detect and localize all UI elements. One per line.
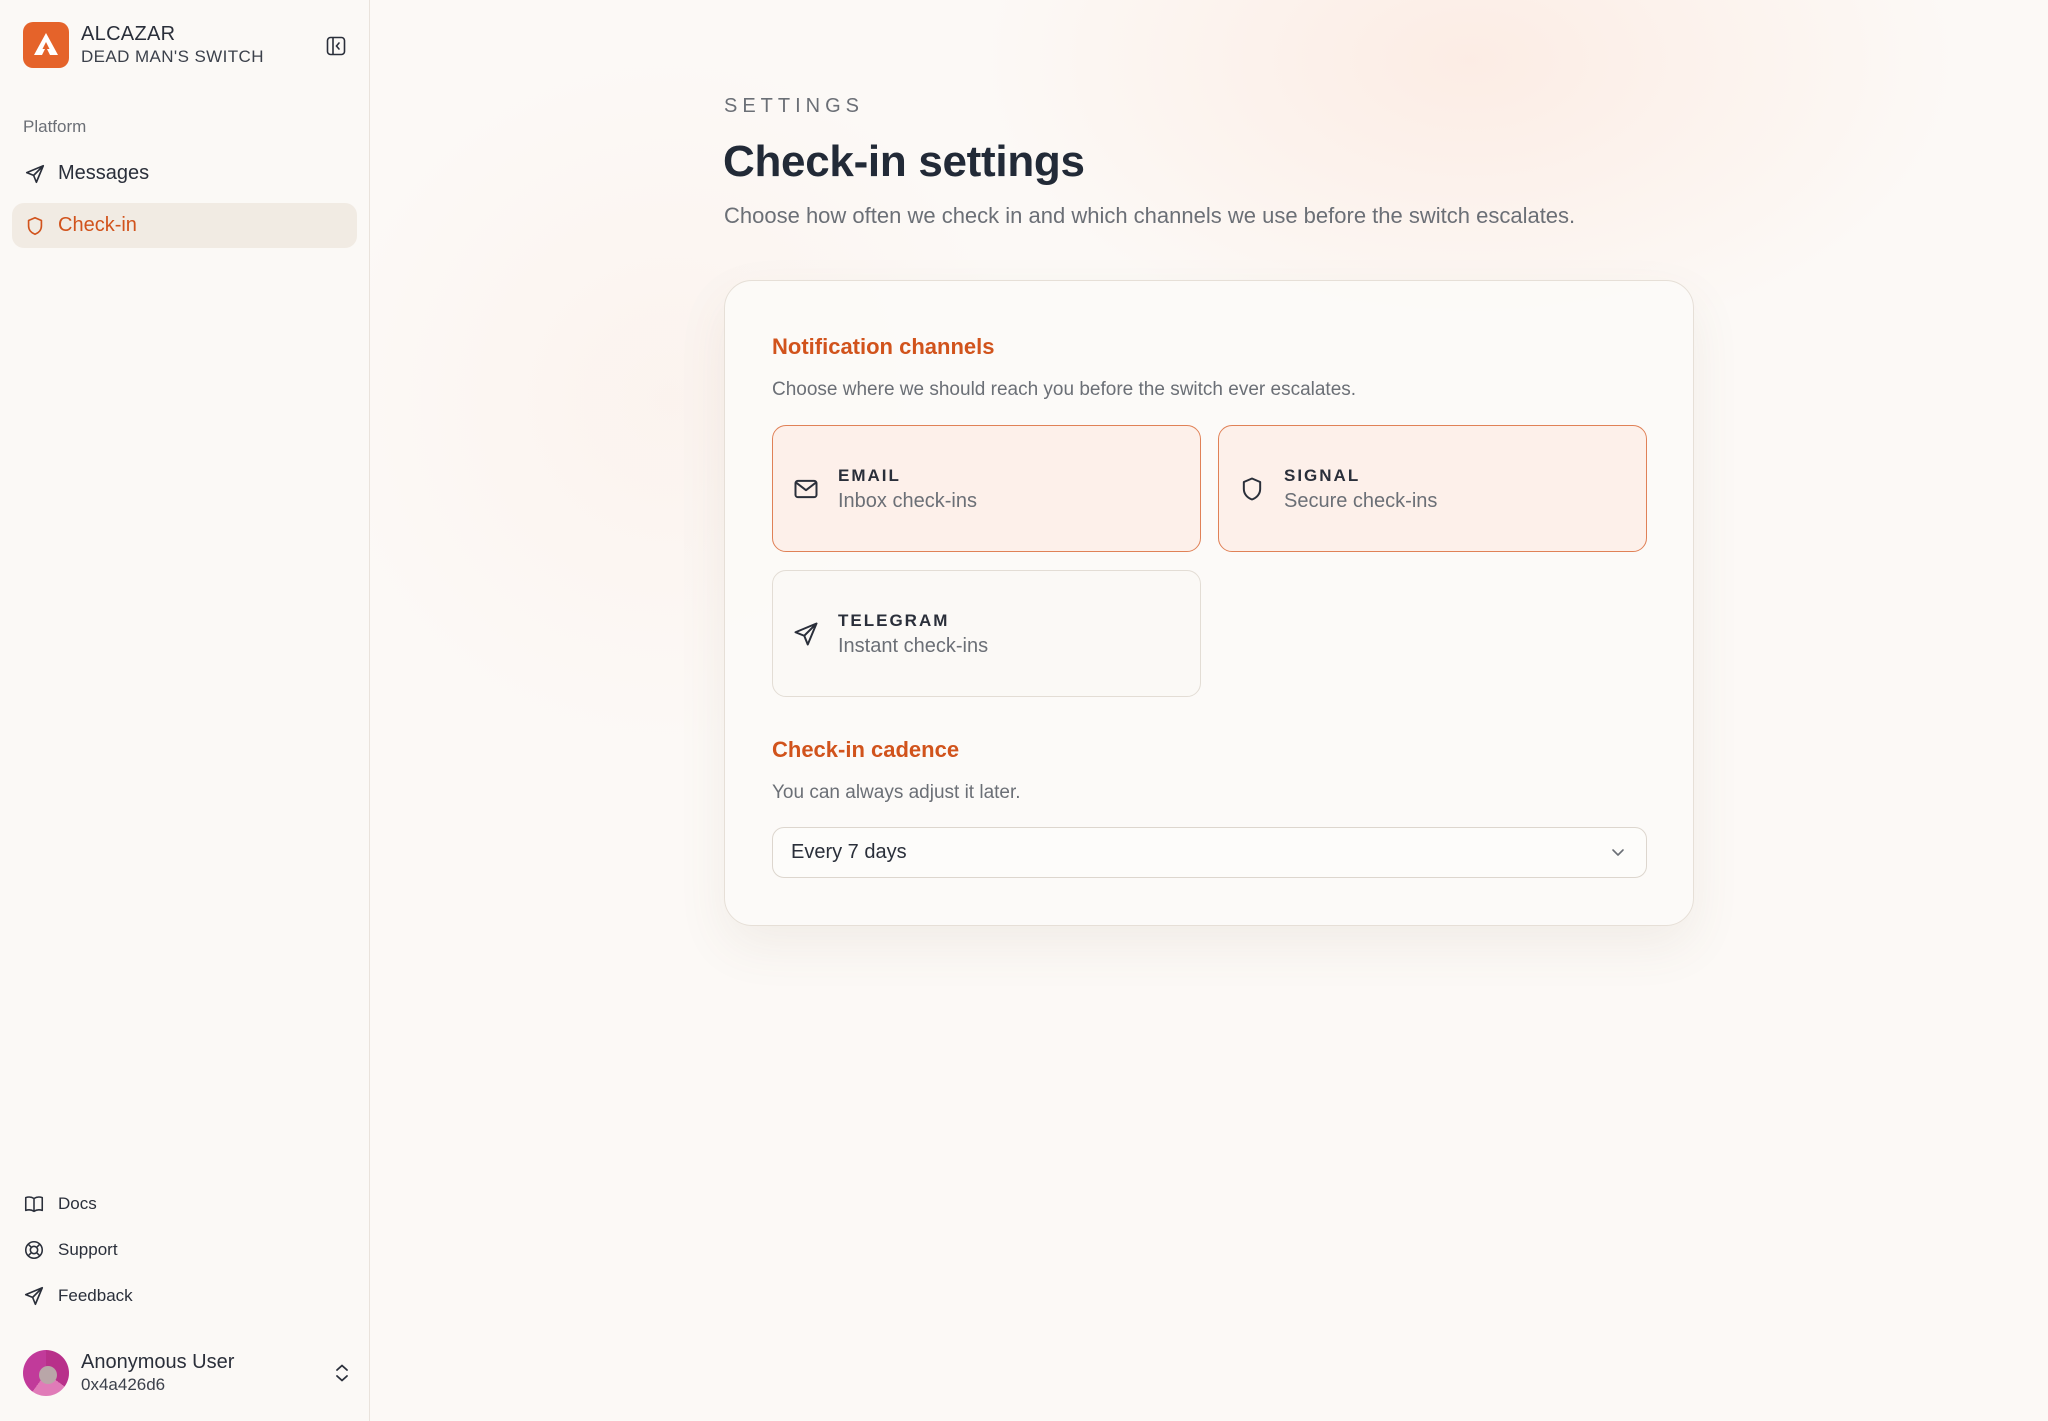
sidebar-link-label: Feedback (58, 1286, 133, 1305)
channel-title: SIGNAL (1284, 465, 1361, 485)
main-content: SETTINGS Check-in settings Choose how of… (370, 0, 2048, 1421)
lifebuoy-icon (23, 1239, 45, 1261)
sidebar-link-feedback[interactable]: Feedback (23, 1281, 133, 1311)
sidebar-collapse-button[interactable] (324, 34, 348, 58)
channel-signal[interactable]: SIGNAL Secure check-ins (1218, 425, 1647, 552)
user-menu[interactable]: Anonymous User 0x4a426d6 (23, 1350, 353, 1396)
mail-icon (791, 474, 821, 504)
sidebar-link-docs[interactable]: Docs (23, 1189, 97, 1219)
sidebar-item-label: Messages (58, 162, 150, 184)
sidebar-link-label: Docs (58, 1194, 97, 1213)
brand-subtitle: DEAD MAN'S SWITCH (81, 47, 264, 66)
cadence-select[interactable]: Every 7 days (772, 827, 1647, 878)
sidebar-item-check-in[interactable]: Check-in (12, 203, 357, 248)
page-subtitle: Choose how often we check in and which c… (724, 203, 1576, 228)
send-icon (23, 1285, 45, 1307)
page-title: Check-in settings (723, 137, 1085, 186)
app-root: ALCAZAR DEAD MAN'S SWITCH Platform Messa… (0, 0, 2048, 1421)
sidebar-item-label: Check-in (58, 214, 137, 236)
brand-name: ALCAZAR (81, 23, 176, 45)
sidebar-link-support[interactable]: Support (23, 1235, 118, 1265)
send-icon (23, 162, 47, 186)
chevrons-up-down-icon[interactable] (331, 1362, 353, 1384)
user-address: 0x4a426d6 (81, 1375, 166, 1394)
brand-text: ALCAZAR DEAD MAN'S SWITCH (81, 22, 264, 68)
send-icon (791, 619, 821, 649)
channel-subtitle: Inbox check-ins (838, 489, 977, 512)
cadence-select-value: Every 7 days (791, 841, 907, 863)
sidebar: ALCAZAR DEAD MAN'S SWITCH Platform Messa… (0, 0, 370, 1421)
page-eyebrow: SETTINGS (724, 95, 865, 117)
sidebar-item-messages[interactable]: Messages (12, 151, 357, 196)
avatar (23, 1350, 69, 1396)
book-icon (23, 1193, 45, 1215)
sidebar-link-label: Support (58, 1240, 118, 1259)
panel-left-icon (326, 36, 346, 56)
channel-text: TELEGRAM Instant check-ins (838, 609, 988, 659)
user-text: Anonymous User 0x4a426d6 (81, 1350, 234, 1396)
channel-subtitle: Instant check-ins (838, 634, 989, 657)
sidebar-section-label: Platform (23, 117, 87, 136)
channel-title: EMAIL (838, 465, 901, 485)
notification-channels-description: Choose where we should reach you before … (772, 379, 1357, 400)
channel-text: SIGNAL Secure check-ins (1284, 464, 1437, 514)
cadence-heading: Check-in cadence (772, 737, 960, 762)
channel-telegram[interactable]: TELEGRAM Instant check-ins (772, 570, 1201, 697)
notification-channels-heading: Notification channels (772, 334, 995, 359)
settings-card: Notification channels Choose where we sh… (724, 280, 1694, 926)
channel-email[interactable]: EMAIL Inbox check-ins (772, 425, 1201, 552)
shield-icon (23, 214, 47, 238)
channel-text: EMAIL Inbox check-ins (838, 464, 977, 514)
channel-subtitle: Secure check-ins (1284, 489, 1438, 512)
brand[interactable]: ALCAZAR DEAD MAN'S SWITCH (23, 22, 264, 68)
shield-icon (1237, 474, 1267, 504)
brand-logo-icon (23, 22, 69, 68)
chevron-down-icon (1608, 842, 1628, 862)
user-name: Anonymous User (81, 1351, 235, 1373)
cadence-description: You can always adjust it later. (772, 782, 1021, 803)
channel-title: TELEGRAM (838, 610, 950, 630)
